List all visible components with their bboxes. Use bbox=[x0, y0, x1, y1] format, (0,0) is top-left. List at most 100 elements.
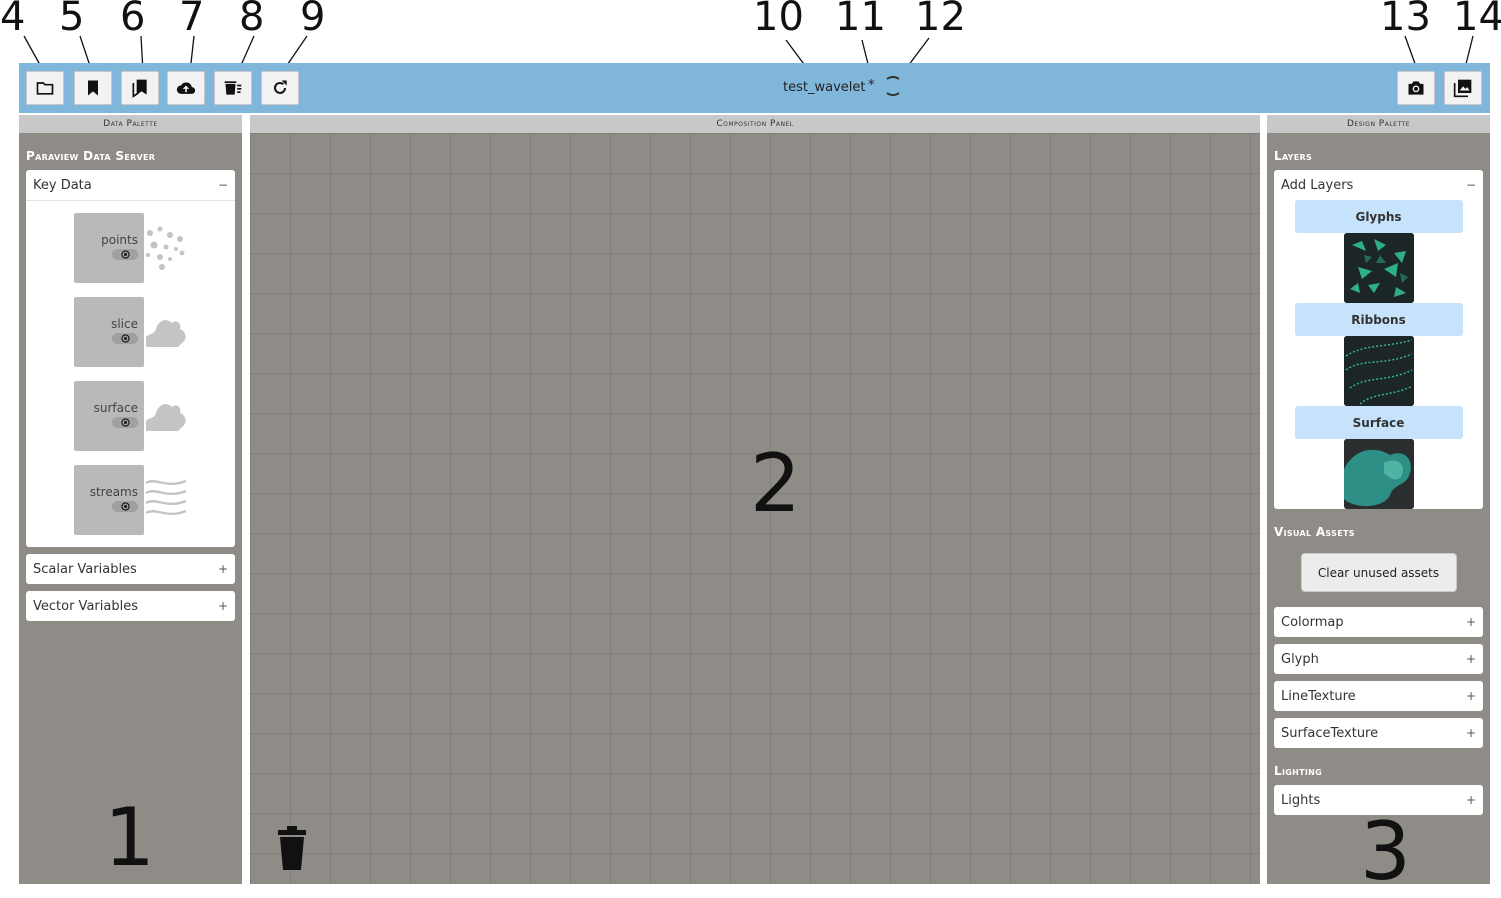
key-data-accordion: Key Data − points slice surface streams bbox=[26, 170, 235, 547]
surface-texture-header[interactable]: SurfaceTexture + bbox=[1274, 718, 1483, 748]
scalar-variables-label: Scalar Variables bbox=[33, 561, 137, 577]
glyph-header[interactable]: Glyph + bbox=[1274, 644, 1483, 674]
ribbons-preview-image bbox=[1343, 336, 1414, 406]
callout-13: 13 bbox=[1380, 0, 1431, 40]
tile-card: points bbox=[74, 213, 144, 283]
tile-card: streams bbox=[74, 465, 144, 535]
surface-texture-accordion[interactable]: SurfaceTexture + bbox=[1274, 718, 1483, 748]
surface-icon bbox=[146, 404, 186, 431]
data-tile-points[interactable]: points bbox=[74, 213, 235, 283]
callout-12: 12 bbox=[915, 0, 966, 40]
document-title: test_wavelet bbox=[783, 80, 866, 95]
streams-icon bbox=[145, 479, 187, 516]
tile-card: surface bbox=[74, 381, 144, 451]
expand-icon: + bbox=[1465, 793, 1476, 807]
colormap-accordion[interactable]: Colormap + bbox=[1274, 607, 1483, 637]
eye-toggle[interactable] bbox=[112, 501, 138, 512]
line-texture-label: LineTexture bbox=[1281, 688, 1356, 704]
eye-icon bbox=[120, 502, 130, 511]
eye-toggle[interactable] bbox=[112, 333, 138, 344]
refresh-button[interactable] bbox=[261, 71, 299, 105]
tile-card: slice bbox=[74, 297, 144, 367]
colormap-label: Colormap bbox=[1281, 614, 1344, 630]
callout-7: 7 bbox=[179, 0, 205, 40]
region-label-1: 1 bbox=[104, 791, 155, 884]
collapse-icon: − bbox=[217, 178, 228, 192]
data-tile-slice[interactable]: slice bbox=[74, 297, 235, 367]
layer-ribbons-button[interactable]: Ribbons bbox=[1294, 303, 1463, 336]
data-palette-panel: Data Palette Paraview Data Server Key Da… bbox=[19, 115, 242, 884]
data-palette-header: Data Palette bbox=[19, 115, 242, 133]
open-folder-button[interactable] bbox=[26, 71, 64, 105]
tile-label: surface bbox=[93, 401, 138, 415]
surface-texture-label: SurfaceTexture bbox=[1281, 725, 1379, 741]
bookmark-icon bbox=[88, 80, 98, 96]
paraview-data-server-title: Paraview Data Server bbox=[26, 149, 156, 163]
eye-icon bbox=[120, 250, 130, 259]
design-palette-header: Design Palette bbox=[1267, 115, 1490, 133]
layers-title: Layers bbox=[1274, 149, 1313, 163]
layer-list: Glyphs Ribbons Surface bbox=[1274, 200, 1483, 509]
design-palette-panel: Design Palette Layers Add Layers − Glyph… bbox=[1267, 115, 1490, 884]
data-tile-surface[interactable]: surface bbox=[74, 381, 235, 451]
key-data-label: Key Data bbox=[33, 177, 92, 193]
eye-toggle[interactable] bbox=[112, 417, 138, 428]
image-icon bbox=[1453, 79, 1472, 98]
glyphs-thumbnail[interactable] bbox=[1343, 233, 1414, 303]
scalar-variables-header[interactable]: Scalar Variables + bbox=[26, 554, 235, 584]
visual-assets-title: Visual Assets bbox=[1274, 525, 1355, 539]
glyph-accordion[interactable]: Glyph + bbox=[1274, 644, 1483, 674]
vector-variables-accordion[interactable]: Vector Variables + bbox=[26, 591, 235, 621]
data-tile-streams[interactable]: streams bbox=[74, 465, 235, 535]
screenshot-button[interactable] bbox=[1397, 71, 1435, 105]
delete-list-icon bbox=[224, 81, 242, 95]
key-data-list: points slice surface streams bbox=[26, 200, 235, 547]
eye-toggle[interactable] bbox=[112, 249, 138, 260]
expand-icon: + bbox=[1465, 726, 1476, 740]
ribbons-thumbnail[interactable] bbox=[1343, 336, 1414, 406]
region-label-3: 3 bbox=[1360, 805, 1411, 898]
folder-icon bbox=[36, 82, 54, 95]
refresh-icon bbox=[274, 80, 287, 94]
expand-icon: + bbox=[1465, 689, 1476, 703]
layer-glyphs-button[interactable]: Glyphs bbox=[1294, 200, 1463, 233]
gallery-button[interactable] bbox=[1444, 71, 1482, 105]
callout-14: 14 bbox=[1453, 0, 1501, 40]
lights-label: Lights bbox=[1281, 792, 1321, 808]
top-toolbar: test_wavelet * bbox=[19, 63, 1490, 113]
surface-thumbnail[interactable] bbox=[1343, 439, 1414, 509]
eye-icon bbox=[120, 418, 130, 427]
collapse-icon: − bbox=[1465, 178, 1476, 192]
points-icon bbox=[146, 226, 185, 270]
scalar-variables-accordion[interactable]: Scalar Variables + bbox=[26, 554, 235, 584]
callout-8: 8 bbox=[239, 0, 265, 40]
eye-icon bbox=[120, 334, 130, 343]
surface-preview-image bbox=[1343, 439, 1414, 509]
vector-variables-label: Vector Variables bbox=[33, 598, 138, 614]
expand-icon: + bbox=[217, 562, 228, 576]
bookmarks-button[interactable] bbox=[121, 71, 159, 105]
bookmark-button[interactable] bbox=[74, 71, 112, 105]
add-layers-label: Add Layers bbox=[1281, 177, 1354, 193]
clear-unused-assets-button[interactable]: Clear unused assets bbox=[1300, 553, 1457, 592]
trash-icon[interactable] bbox=[276, 826, 308, 870]
cloud-upload-button[interactable] bbox=[167, 71, 205, 105]
camera-icon bbox=[1408, 81, 1424, 95]
callout-11: 11 bbox=[835, 0, 886, 40]
add-layers-header[interactable]: Add Layers − bbox=[1274, 170, 1483, 200]
layer-surface-button[interactable]: Surface bbox=[1294, 406, 1463, 439]
line-texture-accordion[interactable]: LineTexture + bbox=[1274, 681, 1483, 711]
line-texture-header[interactable]: LineTexture + bbox=[1274, 681, 1483, 711]
callout-6: 6 bbox=[120, 0, 146, 40]
loading-spinner-icon bbox=[886, 76, 900, 96]
tile-label: points bbox=[101, 233, 138, 247]
key-data-header[interactable]: Key Data − bbox=[26, 170, 235, 200]
composition-panel-header: Composition Panel bbox=[250, 115, 1260, 133]
expand-icon: + bbox=[217, 599, 228, 613]
vector-variables-header[interactable]: Vector Variables + bbox=[26, 591, 235, 621]
callout-4: 4 bbox=[0, 0, 26, 40]
colormap-header[interactable]: Colormap + bbox=[1274, 607, 1483, 637]
expand-icon: + bbox=[1465, 615, 1476, 629]
callout-5: 5 bbox=[59, 0, 85, 40]
delete-list-button[interactable] bbox=[214, 71, 252, 105]
